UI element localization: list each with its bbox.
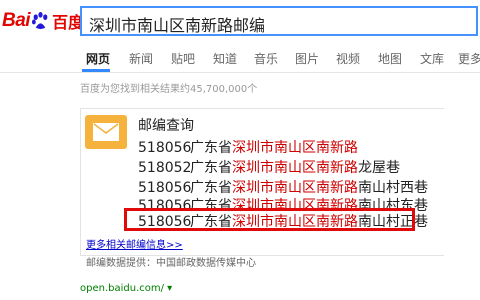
tab-wenku[interactable]: 文库 xyxy=(420,50,444,67)
result-url[interactable]: open.baidu.com/ ▾ xyxy=(80,283,172,294)
tab-tieba[interactable]: 贴吧 xyxy=(171,50,195,67)
province: 广东省 xyxy=(190,160,232,176)
annotation-highlight-box xyxy=(124,208,415,231)
search-query-text: 深圳市南山区南新路邮编 xyxy=(89,16,266,35)
baidu-logo[interactable]: Bai 百度 xyxy=(2,10,84,32)
more-postcodes-link[interactable]: 更多相关邮编信息>> xyxy=(86,236,183,251)
tab-more[interactable]: 更多» xyxy=(458,50,480,67)
tab-music[interactable]: 音乐 xyxy=(254,50,278,67)
tab-video[interactable]: 视频 xyxy=(336,50,360,67)
tab-images[interactable]: 图片 xyxy=(295,50,319,67)
search-tabs: 网页 新闻 贴吧 知道 音乐 图片 视频 地图 文库 更多» xyxy=(0,42,480,73)
logo-text-bai: Bai xyxy=(2,10,31,31)
result-count: 百度为您找到相关结果约45,700,000个 xyxy=(80,84,258,95)
postcode: 518052 xyxy=(138,160,192,176)
province: 广东省 xyxy=(190,140,232,156)
card-title[interactable]: 邮编查询 xyxy=(138,115,194,135)
postcode-row[interactable]: 518056广东省深圳市南山区南新路南山村西巷 xyxy=(138,177,428,197)
tab-map[interactable]: 地图 xyxy=(378,50,402,67)
address-suffix: 南山村西巷 xyxy=(358,180,428,196)
province: 广东省 xyxy=(190,180,232,196)
address-highlight: 深圳市南山区南新路 xyxy=(232,160,358,176)
address-highlight: 深圳市南山区南新路 xyxy=(232,140,358,156)
postcode-row[interactable]: 518052广东省深圳市南山区南新路龙屋巷 xyxy=(138,157,400,177)
tab-news[interactable]: 新闻 xyxy=(129,50,153,67)
header: Bai 百度 深圳市南山区南新路邮编 xyxy=(0,0,480,42)
search-input[interactable]: 深圳市南山区南新路邮编 xyxy=(80,6,478,36)
address-suffix: 龙屋巷 xyxy=(358,160,400,176)
postcode-row[interactable]: 518056广东省深圳市南山区南新路 xyxy=(138,137,358,157)
tab-web[interactable]: 网页 xyxy=(86,50,110,67)
mail-icon xyxy=(85,115,127,149)
tab-zhidao[interactable]: 知道 xyxy=(213,50,237,67)
paw-icon xyxy=(32,11,48,30)
active-tab-indicator xyxy=(82,69,110,72)
postcode: 518056 xyxy=(138,180,192,196)
data-provider: 邮编数据提供：中国邮政数据传媒中心 xyxy=(86,258,256,269)
address-highlight: 深圳市南山区南新路 xyxy=(232,180,358,196)
postcode: 518056 xyxy=(138,140,192,156)
